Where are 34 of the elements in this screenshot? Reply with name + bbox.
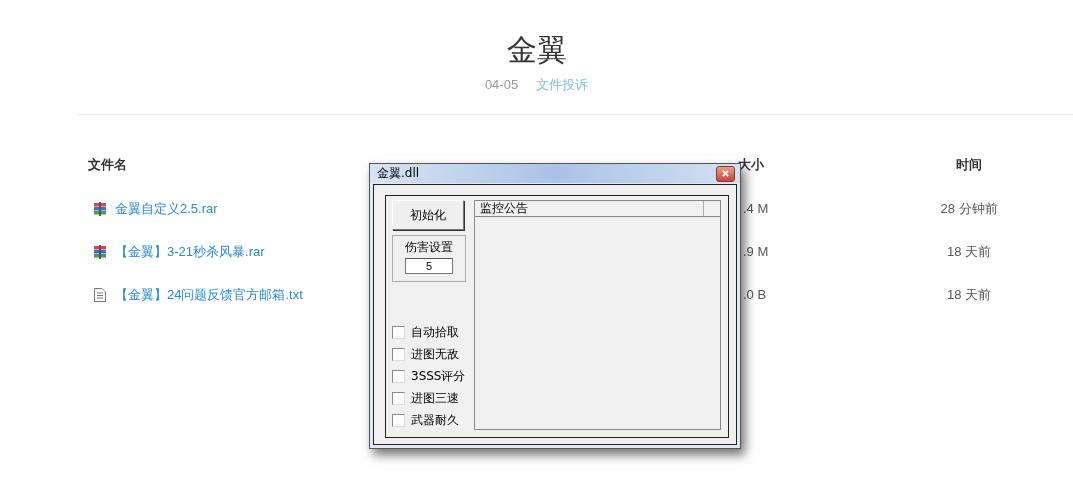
checkbox-label: 进图无敌 [411, 346, 459, 363]
checkbox[interactable] [392, 414, 405, 427]
report-link[interactable]: 文件投诉 [536, 76, 589, 94]
checkbox[interactable] [392, 392, 405, 405]
page-title: 金翼 [506, 32, 567, 68]
file-link[interactable]: 【金翼】24问题反馈官方邮箱.txt [115, 285, 303, 304]
file-time: 18 天前 [946, 285, 992, 304]
checkbox[interactable] [392, 370, 405, 383]
archive-icon [94, 201, 106, 216]
group-label: 伤害设置 [405, 239, 453, 255]
checkbox[interactable] [392, 348, 405, 361]
file-time: 28 分钟前 [940, 199, 998, 218]
init-button[interactable]: 初始化 [392, 200, 464, 230]
checkbox-label: 3SSS评分 [411, 368, 466, 385]
column-header: 文件名 [88, 157, 127, 172]
window-title: 金翼.dll [377, 165, 420, 182]
file-time: 18 天前 [946, 242, 992, 261]
date-text: 04-05 [484, 76, 519, 94]
column-header: 时间 [956, 157, 982, 172]
checkbox-label: 进图三速 [411, 390, 459, 407]
damage-input[interactable]: 5 [405, 258, 453, 274]
file-link[interactable]: 【金翼】3-21秒杀风暴.rar [115, 242, 265, 261]
file-size: .9 M [743, 244, 769, 259]
list-column-header: 监控公告 [475, 201, 704, 216]
file-size: .4 M [743, 201, 769, 216]
archive-icon [94, 244, 106, 259]
close-button[interactable] [716, 165, 735, 182]
checkbox-label: 武器耐久 [411, 412, 459, 429]
file-size: .0 B [743, 287, 767, 302]
checkbox[interactable] [392, 326, 405, 339]
close-icon [722, 170, 729, 177]
checkbox-label: 自动拾取 [411, 324, 459, 341]
file-link[interactable]: 金翼自定义2.5.rar [115, 199, 218, 218]
document-icon [94, 287, 106, 302]
